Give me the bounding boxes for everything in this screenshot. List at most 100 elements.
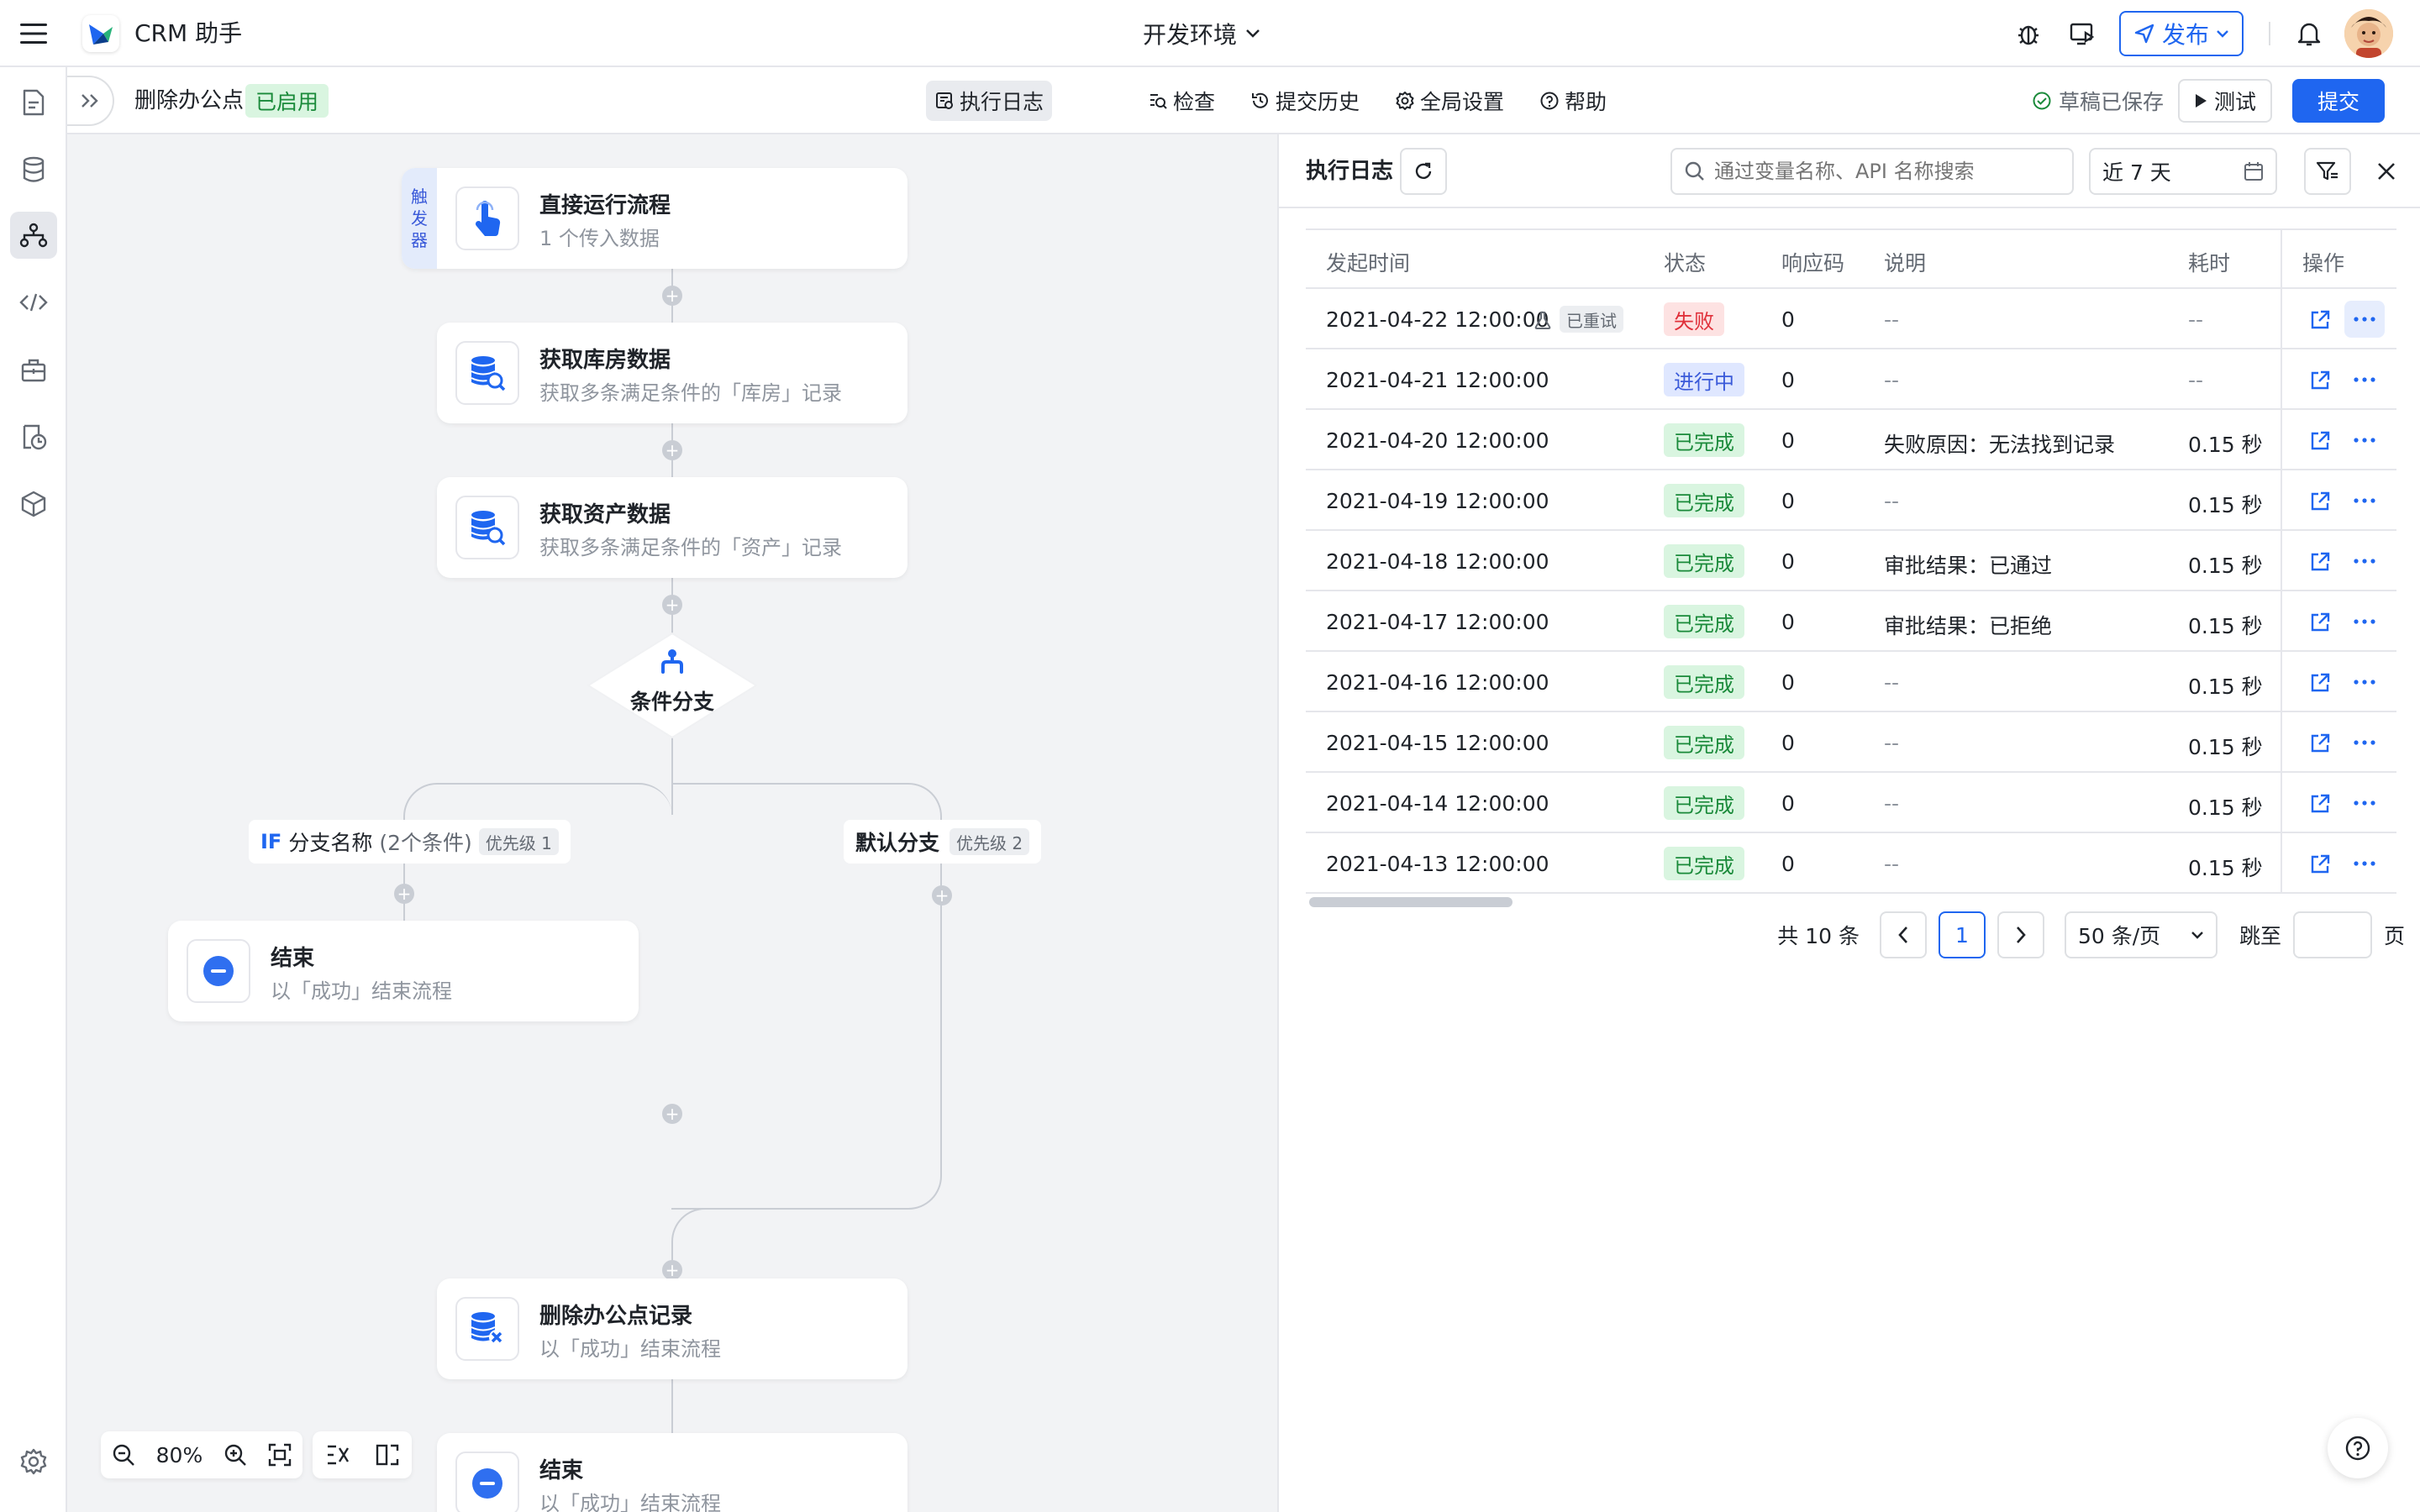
more-icon[interactable] (2344, 361, 2385, 398)
settings-gear-icon[interactable] (15, 1443, 52, 1480)
cell-time: 2021-04-13 12:00:00 (1326, 852, 1549, 876)
menu-icon[interactable] (17, 17, 50, 50)
get-warehouse-node[interactable]: 获取库房数据 获取多条满足条件的「库房」记录 (437, 323, 908, 423)
fit-to-screen-icon[interactable] (268, 1443, 292, 1467)
help-float-icon[interactable] (2328, 1418, 2388, 1478)
next-page-icon[interactable] (1996, 911, 2044, 958)
more-icon[interactable] (2344, 301, 2385, 338)
add-node-icon[interactable]: + (394, 884, 414, 904)
table-row[interactable]: 2021-04-14 12:00:00 已完成 0 -- 0.15 秒 (1306, 773, 2396, 833)
open-external-icon[interactable] (2309, 370, 2331, 391)
delete-record-node[interactable]: 删除办公点记录 以「成功」结束流程 (437, 1278, 908, 1379)
jump-page-input[interactable] (2292, 911, 2372, 958)
search-box[interactable] (1670, 148, 2074, 195)
close-icon[interactable] (2370, 155, 2403, 188)
get-assets-node[interactable]: 获取资产数据 获取多条满足条件的「资产」记录 (437, 477, 908, 578)
more-icon[interactable] (2344, 845, 2385, 882)
app-title: CRM 助手 (134, 19, 243, 47)
open-external-icon[interactable] (2309, 853, 2331, 875)
chevron-down-icon (1246, 29, 1260, 38)
flow-canvas[interactable]: + + + + + + + 触发器 直接运行流程 1 个传入数据 获取库房数据 … (67, 134, 1277, 1512)
clock-history-icon (1252, 92, 1268, 108)
refresh-icon[interactable] (1400, 148, 1447, 195)
more-icon[interactable] (2344, 724, 2385, 761)
toolbox-icon[interactable] (15, 351, 52, 388)
open-external-icon[interactable] (2309, 309, 2331, 331)
open-external-icon[interactable] (2309, 793, 2331, 815)
open-external-icon[interactable] (2309, 491, 2331, 512)
open-external-icon[interactable] (2309, 430, 2331, 452)
more-icon[interactable] (2344, 422, 2385, 459)
zoom-in-icon[interactable] (224, 1443, 247, 1467)
more-icon[interactable] (2344, 482, 2385, 519)
table-row[interactable]: 2021-04-17 12:00:00 已完成 0 审批结果：已拒绝 0.15 秒 (1306, 591, 2396, 652)
open-external-icon[interactable] (2309, 732, 2331, 754)
history-icon[interactable] (15, 418, 52, 455)
preview-icon[interactable] (2065, 17, 2099, 50)
auto-layout-icon[interactable] (326, 1444, 350, 1466)
open-external-icon[interactable] (2309, 551, 2331, 573)
condition-branch-node[interactable]: 条件分支 (587, 632, 758, 739)
open-external-icon[interactable] (2309, 672, 2331, 694)
status-badge: 已完成 (1664, 786, 1744, 820)
workflow-icon[interactable] (10, 212, 57, 259)
add-node-icon[interactable]: + (662, 440, 682, 460)
table-row[interactable]: 2021-04-13 12:00:00 已完成 0 -- 0.15 秒 (1306, 833, 2396, 894)
test-button[interactable]: 测试 (2178, 79, 2272, 123)
top-bar: CRM 助手 开发环境 发布 (0, 0, 2420, 67)
table-row[interactable]: 2021-04-16 12:00:00 已完成 0 -- 0.15 秒 (1306, 652, 2396, 712)
table-row[interactable]: 2021-04-20 12:00:00 已完成 0 失败原因：无法找到记录 0.15 秒 (1306, 410, 2396, 470)
table-row[interactable]: 2021-04-22 12:00:00 已重试 失败 0 -- -- (1306, 289, 2396, 349)
page-size-select[interactable]: 50 条/页 (2064, 911, 2217, 958)
filter-icon[interactable] (2304, 148, 2351, 195)
end-node-if-branch[interactable]: 结束 以「成功」结束流程 (168, 921, 639, 1021)
submit-button[interactable]: 提交 (2292, 79, 2385, 123)
debug-icon[interactable] (2012, 17, 2045, 50)
end-node-final[interactable]: 结束 以「成功」结束流程 (437, 1433, 908, 1512)
cell-response-code: 0 (1781, 610, 1795, 634)
publish-button[interactable]: 发布 (2119, 11, 2244, 56)
open-external-icon[interactable] (2309, 612, 2331, 633)
database-icon[interactable] (15, 151, 52, 188)
environment-switcher[interactable]: 开发环境 (1143, 17, 1260, 50)
cell-duration: 0.15 秒 (2188, 675, 2263, 699)
tab-help[interactable]: 帮助 (1531, 81, 1615, 121)
more-icon[interactable] (2344, 543, 2385, 580)
horizontal-scrollbar[interactable] (1309, 897, 1512, 907)
code-icon[interactable] (15, 284, 52, 321)
package-icon[interactable] (15, 486, 52, 522)
flow-status-badge: 已启用 (245, 84, 329, 118)
bell-icon[interactable] (2292, 17, 2326, 50)
avatar[interactable] (2344, 9, 2393, 58)
add-node-icon[interactable]: + (662, 595, 682, 615)
search-input[interactable] (1714, 160, 2067, 183)
document-icon[interactable] (15, 84, 52, 121)
table-row[interactable]: 2021-04-19 12:00:00 已完成 0 -- 0.15 秒 (1306, 470, 2396, 531)
add-node-icon[interactable]: + (662, 286, 682, 306)
tab-global-settings[interactable]: 全局设置 (1386, 81, 1512, 121)
add-node-icon[interactable]: + (932, 885, 952, 906)
prev-page-icon[interactable] (1879, 911, 1927, 958)
add-node-icon[interactable]: + (662, 1104, 682, 1124)
page-button-current[interactable]: 1 (1938, 911, 1986, 958)
table-row[interactable]: 2021-04-18 12:00:00 已完成 0 审批结果：已通过 0.15 秒 (1306, 531, 2396, 591)
tab-execution-log[interactable]: 执行日志 (926, 81, 1053, 121)
if-branch-label[interactable]: IF 分支名称 (2个条件) 优先级 1 (249, 820, 571, 864)
more-icon[interactable] (2344, 664, 2385, 701)
add-node-icon[interactable]: + (662, 1260, 682, 1280)
branch-icon (657, 647, 687, 677)
more-icon[interactable] (2344, 785, 2385, 822)
check-circle-icon (2033, 92, 2051, 110)
tab-commit-history[interactable]: 提交历史 (1242, 81, 1368, 121)
tab-inspect[interactable]: 检查 (1139, 81, 1223, 121)
table-row[interactable]: 2021-04-15 12:00:00 已完成 0 -- 0.15 秒 (1306, 712, 2396, 773)
date-range-picker[interactable]: 近 7 天 (2089, 148, 2277, 195)
trigger-node[interactable]: 触发器 直接运行流程 1 个传入数据 (402, 168, 908, 269)
more-icon[interactable] (2344, 603, 2385, 640)
minimap-icon[interactable] (376, 1443, 399, 1467)
table-row[interactable]: 2021-04-21 12:00:00 进行中 0 -- -- (1306, 349, 2396, 410)
expand-sidebar-icon[interactable] (67, 76, 114, 126)
zoom-out-icon[interactable] (112, 1443, 135, 1467)
cell-description: 审批结果：已拒绝 (1884, 614, 2053, 638)
default-branch-label[interactable]: 默认分支 优先级 2 (844, 820, 1042, 864)
